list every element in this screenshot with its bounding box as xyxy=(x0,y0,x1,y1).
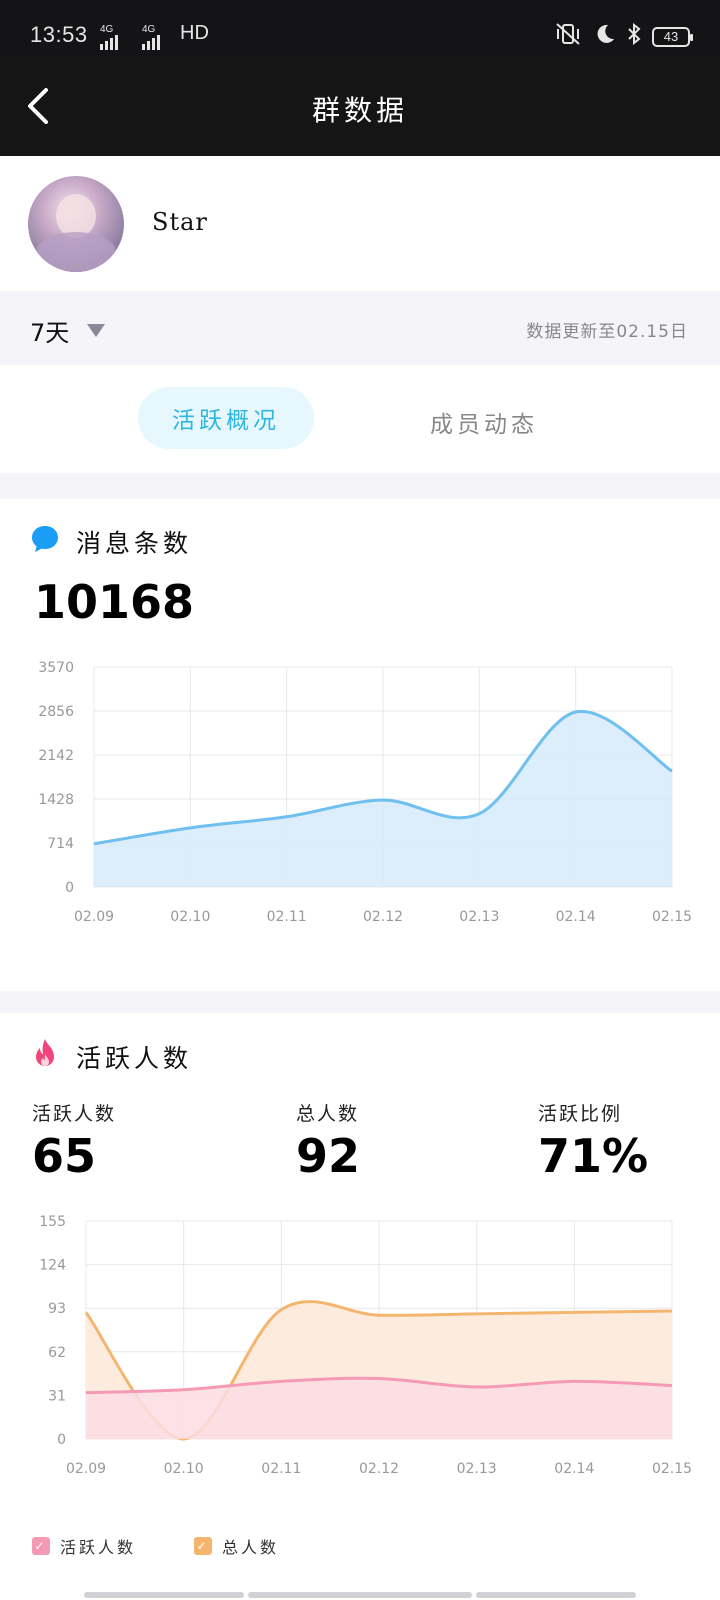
divider xyxy=(0,473,720,499)
page-title: 群数据 xyxy=(311,94,408,127)
stat-active-label: 活跃人数 xyxy=(32,1103,117,1125)
y-tick-label: 124 xyxy=(39,1258,66,1274)
group-profile: Star xyxy=(0,156,720,291)
y-tick-label: 2856 xyxy=(38,704,74,720)
x-tick-label: 02.10 xyxy=(164,1461,204,1477)
messages-title: 消息条数 xyxy=(76,529,193,558)
update-date: 数据更新至02.15日 xyxy=(526,322,688,342)
legend-item-active[interactable]: ✓ 活跃人数 xyxy=(32,1534,136,1558)
triangle-down-icon xyxy=(87,324,106,337)
stat-total-value: 92 xyxy=(296,1129,361,1183)
x-tick-label: 02.12 xyxy=(363,909,403,925)
y-tick-label: 62 xyxy=(48,1345,66,1361)
y-tick-label: 3570 xyxy=(38,660,74,676)
status-time: 13:53 xyxy=(30,22,88,47)
tab-activity-overview[interactable]: 活跃概况 xyxy=(138,387,314,449)
messages-total: 10168 xyxy=(34,575,195,629)
x-tick-label: 02.12 xyxy=(359,1461,399,1477)
battery-icon: 43 xyxy=(652,26,693,47)
x-tick-label: 02.14 xyxy=(556,909,596,925)
x-tick-label: 02.14 xyxy=(554,1461,594,1477)
scroll-indicator xyxy=(248,1592,472,1598)
messages-header: 消息条数 xyxy=(30,524,192,560)
stat-total-label: 总人数 xyxy=(296,1103,360,1125)
x-tick-label: 02.11 xyxy=(267,909,307,925)
avatar[interactable] xyxy=(28,176,124,272)
legend-item-total[interactable]: ✓ 总人数 xyxy=(194,1534,279,1558)
nav-bar: 群数据 xyxy=(0,56,720,156)
filter-bar: 7天 数据更新至02.15日 xyxy=(0,291,720,365)
checkbox-icon: ✓ xyxy=(194,1537,212,1555)
period-dropdown[interactable]: 7天 xyxy=(30,313,106,348)
y-tick-label: 2142 xyxy=(38,748,74,764)
y-tick-label: 714 xyxy=(47,836,74,852)
x-tick-label: 02.15 xyxy=(652,909,692,925)
x-tick-label: 02.13 xyxy=(457,1461,497,1477)
y-tick-label: 1428 xyxy=(38,792,74,808)
y-tick-label: 31 xyxy=(48,1388,66,1404)
stat-ratio-value: 71% xyxy=(538,1129,649,1183)
y-tick-label: 0 xyxy=(57,1432,66,1448)
divider xyxy=(0,991,720,1013)
y-tick-label: 93 xyxy=(48,1301,66,1317)
bluetooth-icon xyxy=(626,22,642,51)
y-tick-label: 0 xyxy=(65,880,74,896)
active-chart: 0 31 62 93 124 155 02.09 02.10 02.11 02.12 02.13 02… xyxy=(39,1214,692,1477)
stat-ratio-label: 活跃比例 xyxy=(538,1103,623,1125)
group-name: Star xyxy=(152,208,208,236)
legend-label: 活跃人数 xyxy=(60,1538,137,1557)
checkbox-icon: ✓ xyxy=(32,1537,50,1555)
x-tick-label: 02.11 xyxy=(261,1461,301,1477)
x-tick-label: 02.10 xyxy=(170,909,210,925)
series-area xyxy=(86,1378,672,1439)
scroll-indicator xyxy=(84,1592,244,1598)
y-tick-label: 155 xyxy=(39,1214,66,1230)
signal-icon-1 xyxy=(100,32,118,50)
moon-icon xyxy=(592,22,616,51)
legend-label: 总人数 xyxy=(222,1538,280,1557)
vibrate-off-icon xyxy=(554,22,582,51)
period-label: 7天 xyxy=(30,319,70,347)
x-tick-label: 02.09 xyxy=(66,1461,106,1477)
x-tick-label: 02.13 xyxy=(459,909,499,925)
messages-section: 消息条数 10168 0 714 1428 2142 2856 3570 02.09 02.1… xyxy=(0,499,720,991)
tab-bar: 活跃概况 成员动态 xyxy=(0,365,720,473)
chat-bubble-icon xyxy=(30,524,60,560)
flame-icon xyxy=(30,1038,60,1076)
active-header: 活跃人数 xyxy=(30,1038,192,1076)
scroll-indicator xyxy=(476,1592,636,1598)
x-tick-label: 02.09 xyxy=(74,909,114,925)
active-title: 活跃人数 xyxy=(76,1044,193,1073)
status-bar: 13:53 4G 4G HD 43 xyxy=(0,0,720,56)
x-tick-label: 02.15 xyxy=(652,1461,692,1477)
stat-active-value: 65 xyxy=(32,1129,97,1183)
active-section: 活跃人数 活跃人数 65 总人数 92 活跃比例 71% 0 31 62 93 124 1… xyxy=(0,1013,720,1600)
hd-indicator: HD xyxy=(180,22,209,44)
messages-chart: 0 714 1428 2142 2856 3570 02.09 02.10 02.11 02.12… xyxy=(38,660,692,925)
tab-member-activity[interactable]: 成员动态 xyxy=(430,405,538,439)
signal-icon-2 xyxy=(142,32,160,50)
